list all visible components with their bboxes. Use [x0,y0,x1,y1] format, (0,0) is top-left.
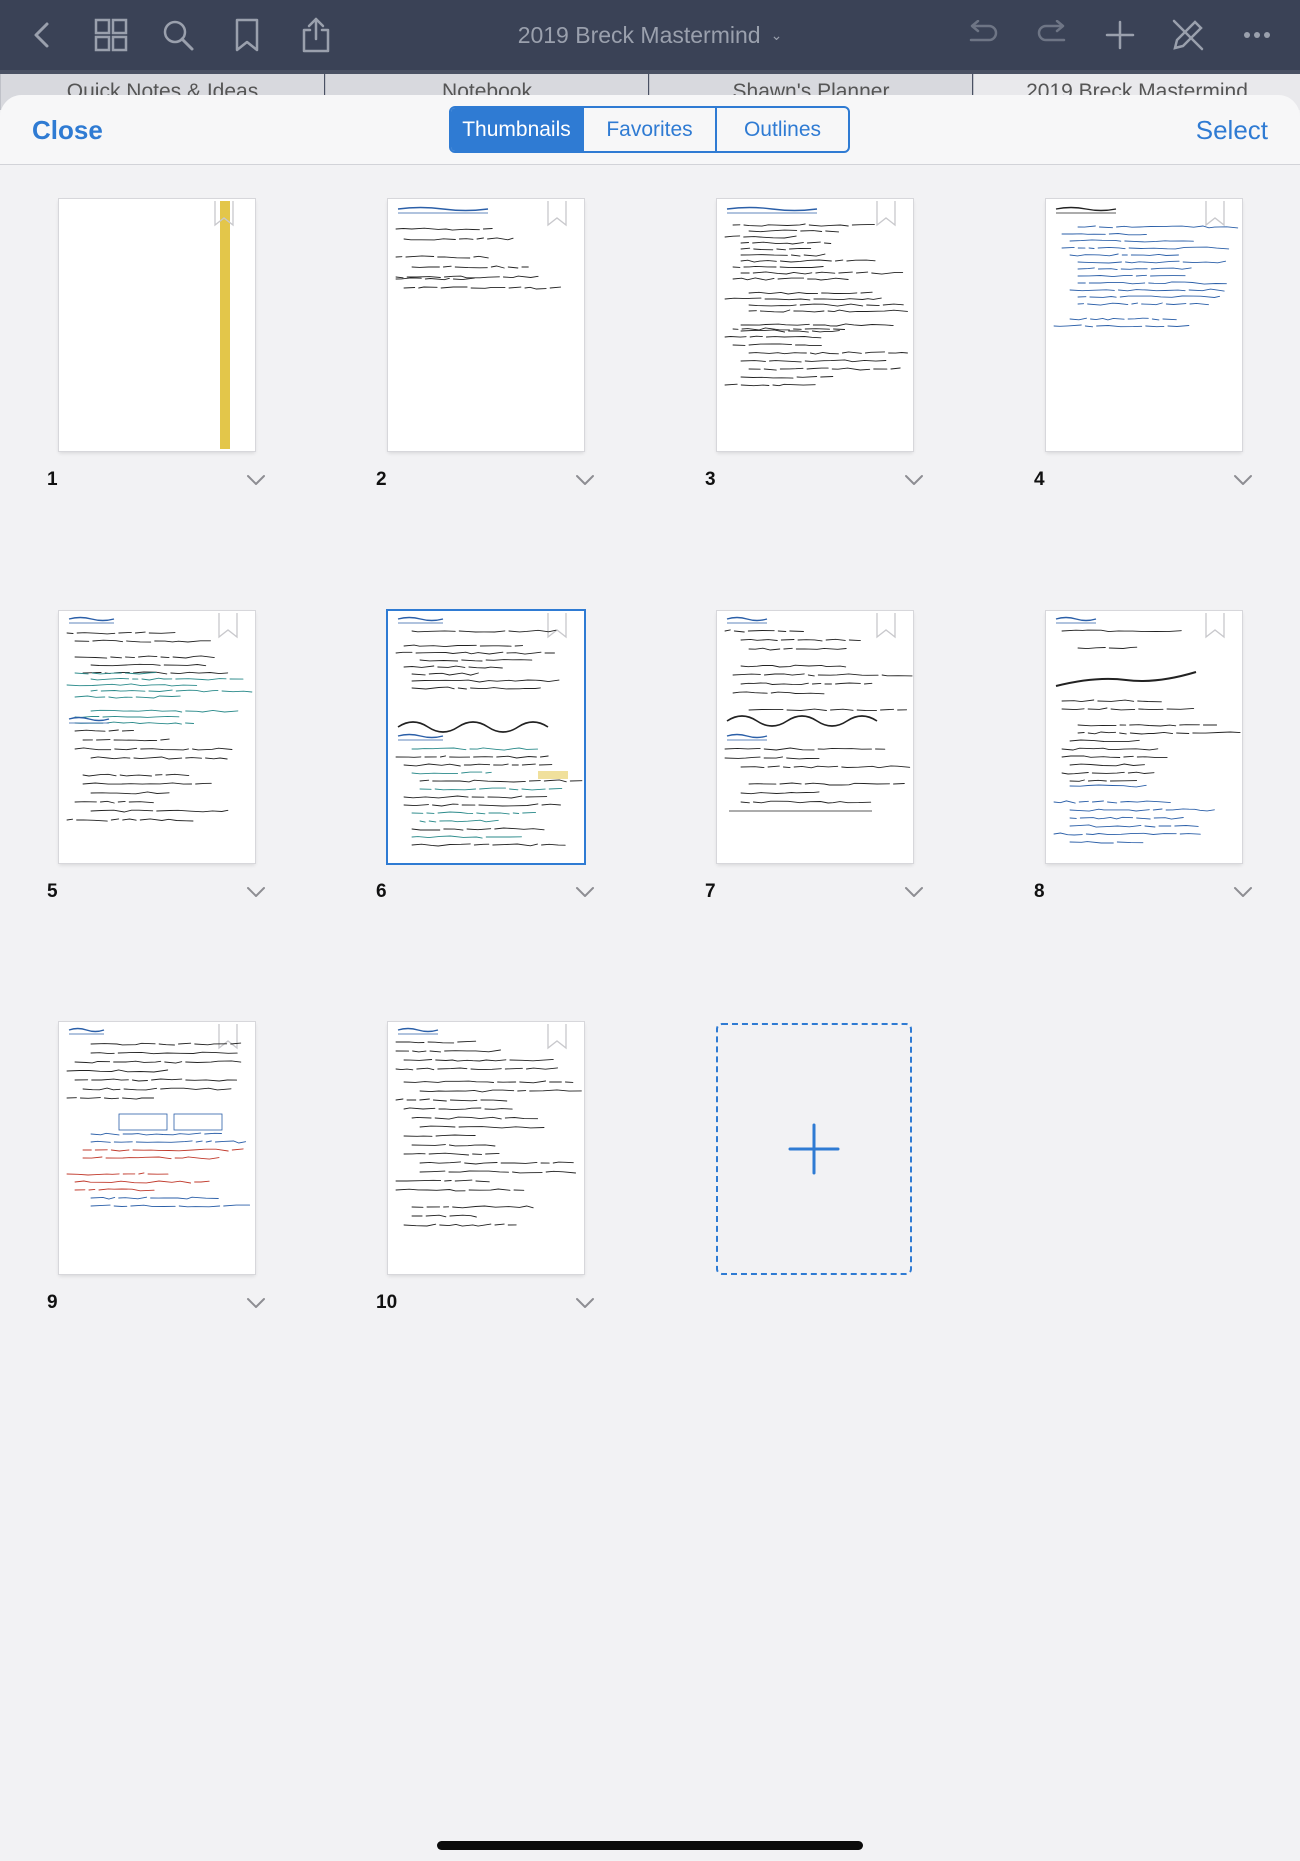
page-preview [1046,613,1241,844]
close-button[interactable]: Close [32,115,103,146]
page-thumbnail[interactable] [388,199,584,451]
page-thumbnail[interactable] [717,199,913,451]
select-button[interactable]: Select [1196,115,1268,146]
page-number: 2 [376,469,387,490]
segment-favorites[interactable]: Favorites [582,108,715,151]
home-indicator [437,1841,863,1850]
page-preview [395,201,567,290]
page-thumbnail[interactable] [388,1022,584,1274]
page-preview [724,613,913,812]
add-icon[interactable] [1097,12,1143,58]
chevron-down-icon[interactable] [246,1296,266,1310]
undo-icon[interactable] [960,12,1006,58]
chevron-down-icon[interactable] [1233,885,1253,899]
page-overview-sheet: Close Thumbnails Favorites Outlines Sele… [0,95,1300,1861]
page-preview [59,1024,255,1274]
page-number: 7 [705,881,716,902]
sheet-header: Close Thumbnails Favorites Outlines Sele… [0,95,1300,165]
view-segmented-control: Thumbnails Favorites Outlines [449,106,850,153]
page-number: 8 [1034,881,1045,902]
page-thumbnail[interactable] [1046,199,1242,451]
redo-icon[interactable] [1029,12,1075,58]
page-number: 1 [47,469,58,490]
page-number: 3 [705,469,716,490]
page-thumbnail[interactable] [388,611,584,863]
page-number: 4 [1034,469,1045,490]
chevron-down-icon[interactable] [1233,473,1253,487]
chevron-down-icon[interactable] [575,1296,595,1310]
chevron-down-icon[interactable] [575,885,595,899]
page-preview [388,613,583,847]
more-icon[interactable] [1234,12,1280,58]
page-preview [214,201,234,449]
page-thumbnail[interactable] [59,199,255,451]
page-number: 9 [47,1292,58,1313]
page-number: 10 [376,1292,398,1313]
page-number: 6 [376,881,387,902]
plus-icon [788,1123,840,1175]
chevron-down-icon[interactable] [575,473,595,487]
pen-off-icon[interactable] [1165,12,1211,58]
page-thumbnail[interactable] [1046,611,1242,863]
chevron-down-icon[interactable] [904,885,924,899]
page-preview [388,1024,582,1274]
page-thumbnail[interactable] [59,611,255,863]
chevron-down-icon[interactable] [246,473,266,487]
add-page-button[interactable] [716,1023,912,1275]
chevron-down-icon[interactable] [246,885,266,899]
page-thumbnail[interactable] [717,611,913,863]
segment-outlines[interactable]: Outlines [715,108,848,151]
segment-thumbnails[interactable]: Thumbnails [451,108,582,151]
chevron-down-icon[interactable] [904,473,924,487]
page-preview [59,613,253,863]
page-thumbnail[interactable] [59,1022,255,1274]
top-toolbar: 2019 Breck Mastermind ⌄ [0,0,1300,70]
page-preview [717,201,913,387]
page-number: 5 [47,881,58,902]
page-preview [1053,201,1239,328]
chevron-down-icon: ⌄ [770,26,783,43]
